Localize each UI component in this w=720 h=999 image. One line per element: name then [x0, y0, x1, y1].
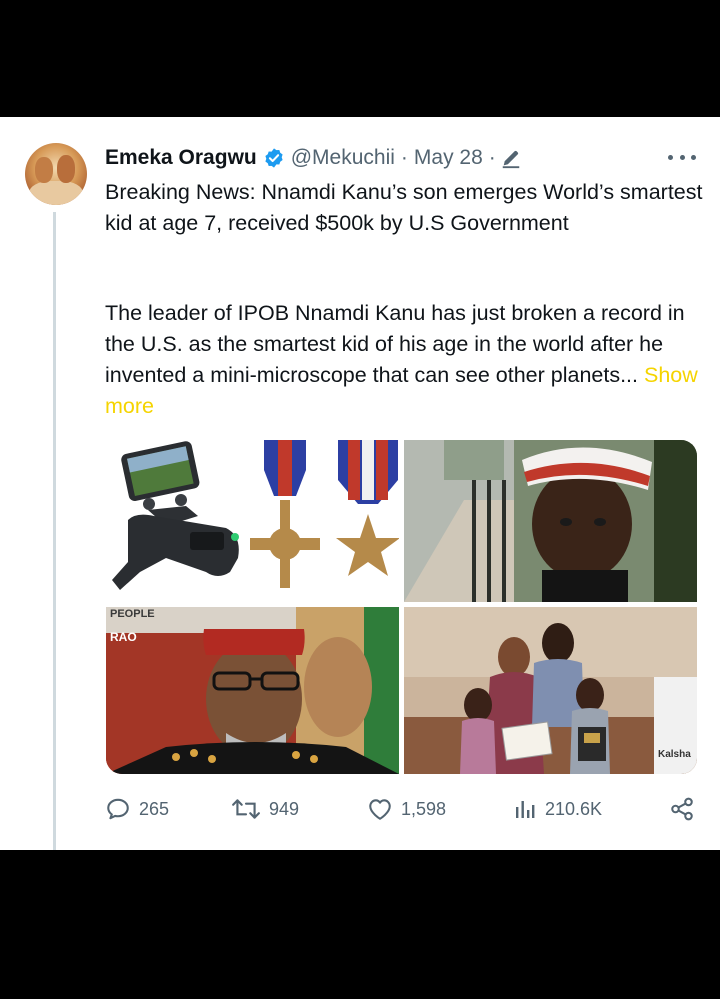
views-action[interactable]: 210.6K [513, 791, 602, 827]
verified-badge-icon [263, 147, 285, 169]
views-count: 210.6K [545, 798, 603, 819]
reply-icon [107, 798, 129, 820]
thread-line [53, 212, 56, 850]
dot-separator-2: · [488, 146, 496, 169]
media-grid[interactable]: PEOPLE RAO Kalsha [106, 440, 697, 774]
heart-icon [369, 799, 391, 820]
reply-count: 265 [139, 798, 170, 819]
more-options-icon[interactable] [668, 150, 696, 164]
like-action[interactable]: 1,598 [367, 791, 446, 827]
avatar-face-right [57, 155, 75, 183]
views-bar-chart-icon [516, 801, 535, 818]
retweet-icon [232, 799, 260, 819]
banner-text: RAO [110, 630, 137, 644]
more-dot [668, 154, 673, 160]
tweet-actions-bar: 265 949 1,598 210.6K [105, 791, 700, 827]
more-dot [691, 154, 696, 160]
media-image-boy[interactable] [404, 440, 697, 602]
avatar-robe [29, 181, 83, 205]
tweet-body: The leader of IPOB Nnamdi Kanu has just … [105, 298, 705, 422]
like-count: 1,598 [401, 798, 447, 819]
banner-text-top: PEOPLE [110, 608, 155, 620]
tweet-header: Emeka Oragwu @Mekuchii · May 28 · [105, 142, 522, 174]
retweet-action[interactable]: 949 [231, 791, 299, 827]
author-name[interactable]: Emeka Oragwu [105, 146, 257, 170]
reply-action[interactable]: 265 [105, 791, 169, 827]
share-action[interactable] [669, 791, 695, 827]
media-image-family-award[interactable]: Kalsha [404, 607, 697, 774]
tweet-date[interactable]: May 28 [414, 146, 483, 170]
media-image-device-medals[interactable] [106, 440, 399, 602]
share-icon [671, 797, 693, 821]
more-dot [679, 154, 685, 160]
award-sign-text: Kalsha [658, 749, 691, 760]
tweet-headline: Breaking News: Nnamdi Kanu’s son emerges… [105, 180, 703, 235]
tweet-body-text: The leader of IPOB Nnamdi Kanu has just … [105, 301, 685, 387]
edited-pencil-icon[interactable] [500, 147, 522, 169]
dot-separator: · [400, 146, 408, 169]
avatar-face-left [35, 157, 53, 183]
retweet-count: 949 [269, 798, 300, 819]
author-handle[interactable]: @Mekuchii [291, 146, 395, 170]
media-image-man[interactable]: PEOPLE RAO [106, 607, 399, 774]
avatar[interactable] [25, 143, 87, 205]
